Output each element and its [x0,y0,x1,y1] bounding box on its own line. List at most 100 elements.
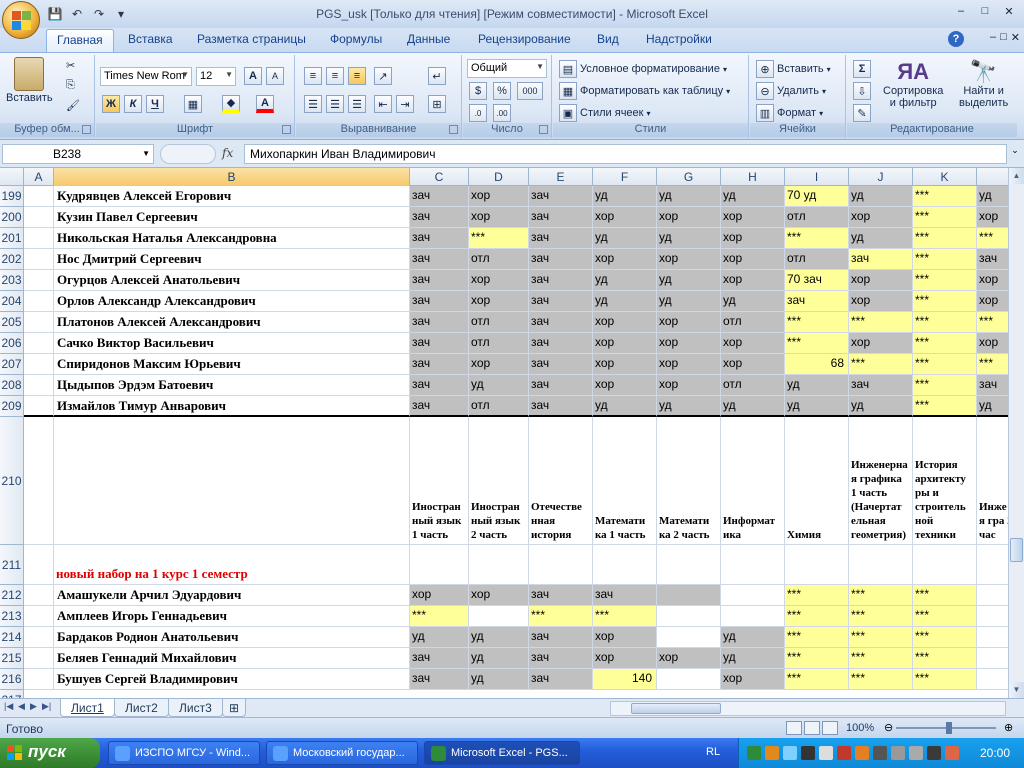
cell[interactable]: хор [721,354,785,375]
column-header-j[interactable]: J [849,168,913,186]
cell[interactable]: хор [849,270,913,291]
cell[interactable]: уд [469,375,529,396]
cell[interactable] [24,545,54,585]
cell[interactable]: уд [657,186,721,207]
cell[interactable]: уд [593,396,657,417]
row-header[interactable]: 217 [0,690,24,698]
cell[interactable]: Математи ка 1 часть [593,417,657,545]
cell[interactable]: *** [913,606,977,627]
cell[interactable]: зач [529,249,593,270]
cell[interactable]: зач [529,396,593,417]
cell[interactable] [24,627,54,648]
cell[interactable]: Инженерна я графика 1 часть (Начертат ел… [849,417,913,545]
row-header[interactable]: 213 [0,606,24,627]
cell[interactable]: *** [529,606,593,627]
cell[interactable]: зач [529,669,593,690]
cell[interactable]: новый набор на 1 курс 1 семестр [54,545,410,585]
cell[interactable]: хор [593,207,657,228]
cell[interactable]: хор [721,669,785,690]
cell[interactable]: хор [593,249,657,270]
cell[interactable]: Огурцов Алексей Анатольевич [54,270,410,291]
cell[interactable] [721,585,785,606]
dialog-launcher-icon[interactable] [539,125,548,134]
cell[interactable]: Амплеев Игорь Геннадьевич [54,606,410,627]
tray-icon[interactable] [801,746,815,760]
next-sheet-icon[interactable]: ▶ [30,701,37,712]
cell[interactable] [657,627,721,648]
dialog-launcher-icon[interactable] [282,125,291,134]
row-header[interactable]: 209 [0,396,24,417]
tab-page-layout[interactable]: Разметка страницы [197,32,306,46]
cell[interactable]: уд [721,291,785,312]
cell[interactable]: хор [593,312,657,333]
minimize-button[interactable]: – [950,3,972,19]
cell[interactable]: *** [977,354,1008,375]
cell[interactable]: *** [410,606,469,627]
cell[interactable]: Иностран ный язык 1 часть [410,417,469,545]
cell[interactable]: История архитекту ры и строитель ной тех… [913,417,977,545]
cell[interactable]: зач [410,375,469,396]
row-header[interactable]: 211 [0,545,24,585]
cell[interactable]: хор [593,333,657,354]
column-header-b[interactable]: B [54,168,410,186]
select-all-corner[interactable] [0,168,24,186]
cell[interactable]: *** [785,585,849,606]
cell[interactable]: Амашукели Арчил Эдуардович [54,585,410,606]
font-name-combo[interactable]: Times New Rom ▼ [100,67,192,86]
cell[interactable]: *** [469,228,529,249]
font-color-icon[interactable]: A [256,95,274,113]
cell[interactable]: *** [913,648,977,669]
language-indicator[interactable]: RL [706,746,720,758]
scroll-up-icon[interactable]: ▲ [1009,168,1024,184]
office-button[interactable] [2,1,40,39]
prev-sheet-icon[interactable]: ◀ [18,701,25,712]
cell[interactable] [24,354,54,375]
cell[interactable]: хор [593,648,657,669]
cell[interactable]: хор [721,207,785,228]
cell[interactable] [977,669,1008,690]
cell[interactable]: уд [977,186,1008,207]
column-header-e[interactable]: E [529,168,593,186]
cell[interactable] [469,606,529,627]
cell[interactable]: *** [849,606,913,627]
cell[interactable]: хор [469,354,529,375]
cell[interactable] [657,606,721,627]
cell[interactable]: хор [977,291,1008,312]
zoom-slider-knob[interactable] [946,722,952,734]
tab-review[interactable]: Рецензирование [478,32,571,46]
cell[interactable]: уд [721,186,785,207]
cell[interactable] [24,207,54,228]
cell[interactable] [785,545,849,585]
row-header[interactable]: 199 [0,186,24,207]
maximize-button[interactable]: □ [974,3,996,19]
fill-icon[interactable]: ⇩ [853,82,871,100]
cell[interactable]: зач [410,207,469,228]
cell[interactable]: уд [849,186,913,207]
help-icon[interactable]: ? [948,31,964,47]
cell[interactable] [24,228,54,249]
cell[interactable]: *** [913,354,977,375]
cell[interactable]: хор [593,627,657,648]
row-header[interactable]: 200 [0,207,24,228]
row-header[interactable]: 206 [0,333,24,354]
zoom-level[interactable]: 100% [846,722,874,734]
cell[interactable]: уд [849,228,913,249]
last-sheet-icon[interactable]: ▶| [42,701,51,712]
bold-button[interactable]: Ж [102,95,120,113]
column-header-partial[interactable] [977,168,1008,186]
clear-icon[interactable]: ✎ [853,104,871,122]
cell[interactable]: хор [469,291,529,312]
cell[interactable]: зач [529,648,593,669]
underline-button[interactable]: Ч [146,95,164,113]
cell[interactable] [24,396,54,417]
cell[interactable]: *** [913,312,977,333]
sheet-tab-3[interactable]: Лист3 [168,699,223,717]
merge-cells-icon[interactable]: ⊞ [428,95,446,113]
taskbar-item-browser-1[interactable]: ИЗСПО МГСУ - Wind... [108,741,260,765]
cell[interactable]: зач [529,312,593,333]
cell[interactable] [54,417,410,545]
tray-icon[interactable] [891,746,905,760]
insert-cells-button[interactable]: ⊕ Вставить ▾ [756,60,831,78]
cell[interactable]: зач [410,186,469,207]
cell[interactable]: зач [410,249,469,270]
